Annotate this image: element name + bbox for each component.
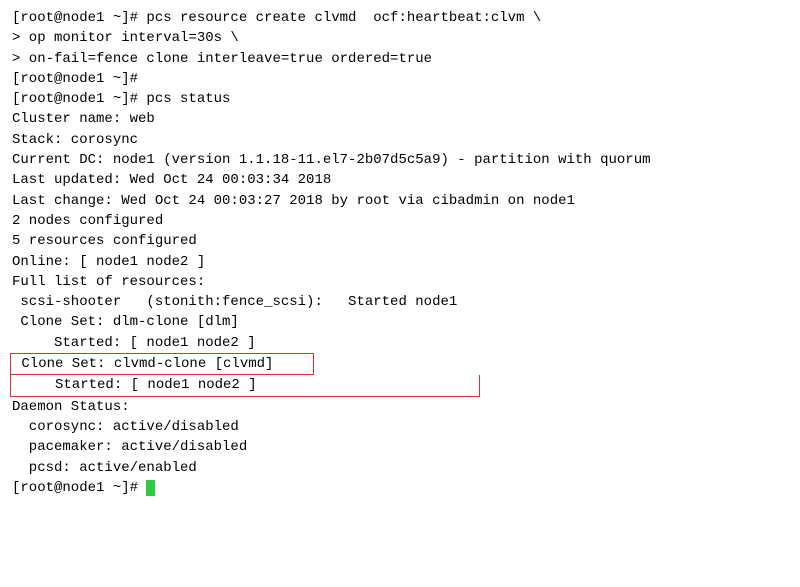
terminal-line: 5 resources configured (12, 231, 788, 251)
terminal-line: scsi-shooter (stonith:fence_scsi): Start… (12, 292, 788, 312)
terminal-line: Last change: Wed Oct 24 00:03:27 2018 by… (12, 191, 788, 211)
terminal-line: 2 nodes configured (12, 211, 788, 231)
terminal-line: [root@node1 ~]# pcs resource create clvm… (12, 8, 788, 28)
highlight-box-bottom: Started: [ node1 node2 ] (10, 375, 480, 396)
terminal-line: > on-fail=fence clone interleave=true or… (12, 49, 788, 69)
terminal-line: pcsd: active/enabled (12, 458, 788, 478)
terminal-line: Cluster name: web (12, 109, 788, 129)
terminal-line: Current DC: node1 (version 1.1.18-11.el7… (12, 150, 788, 170)
shell-prompt[interactable]: [root@node1 ~]# (12, 478, 788, 498)
terminal-line: [root@node1 ~]# pcs status (12, 89, 788, 109)
terminal-line-highlighted: Started: [ node1 node2 ] (13, 377, 257, 393)
terminal-line: Stack: corosync (12, 130, 788, 150)
terminal-line: > op monitor interval=30s \ (12, 28, 788, 48)
terminal-line: Full list of resources: (12, 272, 788, 292)
terminal-line: Clone Set: dlm-clone [dlm] (12, 312, 788, 332)
terminal-line: Last updated: Wed Oct 24 00:03:34 2018 (12, 170, 788, 190)
terminal-line: Online: [ node1 node2 ] (12, 252, 788, 272)
highlight-box-top: Clone Set: clvmd-clone [clvmd] (10, 353, 314, 375)
terminal-line: [root@node1 ~]# (12, 69, 788, 89)
terminal-line-highlighted: Clone Set: clvmd-clone [clvmd] (13, 356, 273, 372)
terminal-line: Started: [ node1 node2 ] (12, 333, 788, 353)
terminal-line: Daemon Status: (12, 397, 788, 417)
prompt-text: [root@node1 ~]# (12, 480, 146, 496)
cursor-block (146, 480, 155, 496)
terminal-line: pacemaker: active/disabled (12, 437, 788, 457)
terminal-line: corosync: active/disabled (12, 417, 788, 437)
